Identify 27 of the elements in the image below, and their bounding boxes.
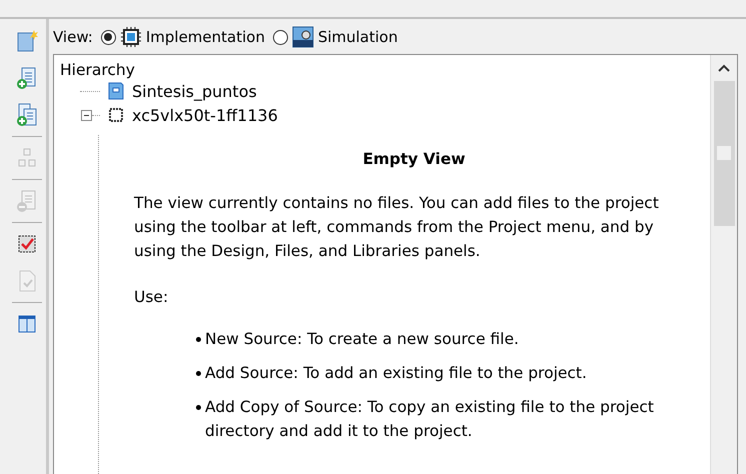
use-label: Use: bbox=[134, 287, 170, 308]
panel-title: Hierarchy bbox=[60, 61, 136, 79]
scroll-thumb[interactable] bbox=[716, 146, 730, 160]
bullet-icon bbox=[196, 337, 201, 342]
view-label: View: bbox=[53, 28, 93, 46]
bullet-icon bbox=[196, 405, 201, 410]
add-file-icon bbox=[16, 66, 38, 90]
tree-item[interactable]: xc5vlx50t-1ff1136 bbox=[132, 106, 278, 124]
view-option-label[interactable]: Simulation bbox=[318, 28, 398, 46]
bullet-text: New Source: To create a new source file. bbox=[205, 329, 519, 350]
project-file-icon bbox=[106, 81, 126, 101]
empty-view-title: Empty View bbox=[362, 149, 466, 170]
view-option-label[interactable]: Implementation bbox=[146, 28, 265, 46]
bullet-icon bbox=[196, 371, 201, 376]
bullet-text: Add Source: To add an existing file to the project. bbox=[205, 363, 587, 384]
simulator-icon bbox=[292, 26, 314, 48]
collapse-toggle-icon[interactable] bbox=[81, 110, 92, 120]
copy-files-icon bbox=[16, 103, 38, 127]
remove-file-icon bbox=[16, 189, 38, 213]
radio-button[interactable] bbox=[272, 30, 288, 44]
new-file-icon bbox=[16, 29, 38, 53]
description-text: The view currently contains no files. You can add files to the project using the toolbar at left, commands from the Project menu, and by using the Design, Files, and Libraries panels. bbox=[134, 193, 660, 262]
radio-button[interactable] bbox=[100, 30, 116, 44]
tree-item[interactable]: Sintesis_puntos bbox=[132, 82, 257, 100]
bullet-text: Add Copy of Source: To copy an existing file to the project directory and add it to the project. bbox=[205, 397, 655, 442]
chip-icon bbox=[120, 26, 142, 48]
scrollbar[interactable] bbox=[710, 55, 737, 474]
